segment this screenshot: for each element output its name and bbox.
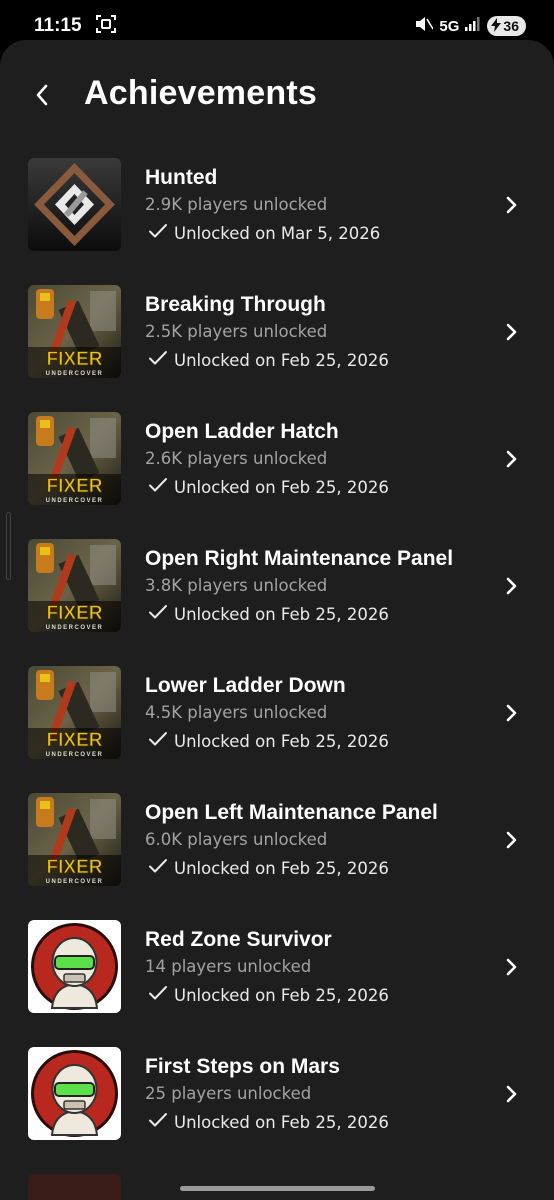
chevron-right-icon[interactable] bbox=[500, 956, 522, 978]
chevron-right-icon[interactable] bbox=[500, 448, 522, 470]
svg-text:UNDERCOVER: UNDERCOVER bbox=[46, 498, 104, 504]
checkmark-icon bbox=[148, 223, 168, 243]
achievement-row[interactable]: FIXER UNDERCOVER Open Right Maintenance Pa… bbox=[0, 539, 554, 666]
achievement-row[interactable]: FIXER UNDERCOVER Breaking Through 2.5K play… bbox=[0, 285, 554, 412]
svg-text:FIXER: FIXER bbox=[47, 476, 103, 497]
partial-achievement-thumbnail bbox=[28, 1174, 121, 1200]
checkmark-icon bbox=[148, 1112, 168, 1132]
chevron-right-icon[interactable] bbox=[500, 194, 522, 216]
svg-text:FIXER: FIXER bbox=[47, 603, 103, 624]
back-arrow-icon bbox=[36, 84, 48, 106]
unlock-date: Unlocked on Feb 25, 2026 bbox=[148, 731, 389, 751]
achievement-list: Hunted 2.9K players unlocked Unlocked on M… bbox=[0, 158, 554, 1174]
achievement-title: Red Zone Survivor bbox=[145, 928, 332, 951]
chevron-right-icon[interactable] bbox=[500, 575, 522, 597]
signal-icon bbox=[465, 16, 481, 36]
checkmark-icon bbox=[148, 350, 168, 370]
chevron-right-icon[interactable] bbox=[500, 829, 522, 851]
header: Achievements bbox=[0, 70, 554, 120]
unlock-date: Unlocked on Mar 5, 2026 bbox=[148, 223, 380, 243]
unlock-date-text: Unlocked on Feb 25, 2026 bbox=[174, 731, 389, 751]
unlock-date: Unlocked on Feb 25, 2026 bbox=[148, 1112, 389, 1132]
svg-text:FIXER: FIXER bbox=[47, 349, 103, 370]
players-unlocked: 14 players unlocked bbox=[145, 957, 312, 976]
svg-text:UNDERCOVER: UNDERCOVER bbox=[46, 879, 104, 885]
fixer-undercover-icon: FIXER UNDERCOVER bbox=[28, 412, 121, 505]
screen-record-icon bbox=[95, 15, 116, 37]
achievement-title: Breaking Through bbox=[145, 293, 326, 316]
robot-helmet-icon bbox=[28, 1047, 121, 1140]
achievement-row[interactable]: Red Zone Survivor 14 players unlocked Unlo… bbox=[0, 920, 554, 1047]
achievement-row[interactable]: FIXER UNDERCOVER Open Left Maintenance Pan… bbox=[0, 793, 554, 920]
achievements-sheet: Achievements Hunted 2.9K players unlocked… bbox=[0, 40, 554, 1200]
network-label: 5G bbox=[439, 17, 460, 35]
achievement-title: Hunted bbox=[145, 166, 218, 189]
checkmark-icon bbox=[148, 731, 168, 751]
svg-text:UNDERCOVER: UNDERCOVER bbox=[46, 625, 104, 631]
fixer-undercover-icon: FIXER UNDERCOVER bbox=[28, 666, 121, 759]
unlock-date: Unlocked on Feb 25, 2026 bbox=[148, 858, 389, 878]
achievement-title: Open Ladder Hatch bbox=[145, 420, 339, 443]
achievement-row[interactable]: First Steps on Mars 25 players unlocked Un… bbox=[0, 1047, 554, 1174]
unlock-date-text: Unlocked on Feb 25, 2026 bbox=[174, 604, 389, 624]
achievement-row[interactable]: FIXER UNDERCOVER Open Ladder Hatch 2.6K pla… bbox=[0, 412, 554, 539]
hunted-logo-icon bbox=[28, 158, 121, 251]
home-indicator[interactable] bbox=[180, 1186, 375, 1191]
unlock-date: Unlocked on Feb 25, 2026 bbox=[148, 477, 389, 497]
unlock-date: Unlocked on Feb 25, 2026 bbox=[148, 350, 389, 370]
achievement-title: Open Left Maintenance Panel bbox=[145, 801, 438, 824]
back-button[interactable] bbox=[28, 81, 56, 109]
achievement-row[interactable]: FIXER UNDERCOVER Lower Ladder Down 4.5K pla… bbox=[0, 666, 554, 793]
achievement-title: Lower Ladder Down bbox=[145, 674, 346, 697]
unlock-date-text: Unlocked on Feb 25, 2026 bbox=[174, 985, 389, 1005]
battery-indicator: 36 bbox=[487, 16, 526, 36]
players-unlocked: 4.5K players unlocked bbox=[145, 703, 328, 722]
unlock-date-text: Unlocked on Feb 25, 2026 bbox=[174, 1112, 389, 1132]
charging-bolt-icon bbox=[491, 17, 502, 35]
checkmark-icon bbox=[148, 985, 168, 1005]
achievement-row[interactable]: Hunted 2.9K players unlocked Unlocked on M… bbox=[0, 158, 554, 285]
players-unlocked: 25 players unlocked bbox=[145, 1084, 312, 1103]
page-title: Achievements bbox=[84, 74, 317, 112]
checkmark-icon bbox=[148, 477, 168, 497]
achievement-title: Open Right Maintenance Panel bbox=[145, 547, 454, 570]
players-unlocked: 2.5K players unlocked bbox=[145, 322, 328, 341]
unlock-date: Unlocked on Feb 25, 2026 bbox=[148, 985, 389, 1005]
achievement-title: First Steps on Mars bbox=[145, 1055, 340, 1078]
fixer-undercover-icon: FIXER UNDERCOVER bbox=[28, 793, 121, 886]
fixer-undercover-icon: FIXER UNDERCOVER bbox=[28, 539, 121, 632]
unlock-date-text: Unlocked on Feb 25, 2026 bbox=[174, 858, 389, 878]
chevron-right-icon[interactable] bbox=[500, 321, 522, 343]
scroll-indicator bbox=[6, 512, 11, 580]
chevron-right-icon[interactable] bbox=[500, 1083, 522, 1105]
fixer-undercover-icon: FIXER UNDERCOVER bbox=[28, 285, 121, 378]
svg-text:FIXER: FIXER bbox=[47, 857, 103, 878]
mute-icon bbox=[415, 16, 435, 37]
robot-helmet-icon bbox=[28, 920, 121, 1013]
players-unlocked: 3.8K players unlocked bbox=[145, 576, 328, 595]
unlock-date-text: Unlocked on Mar 5, 2026 bbox=[174, 223, 381, 243]
battery-level: 36 bbox=[503, 18, 519, 34]
svg-text:FIXER: FIXER bbox=[47, 730, 103, 751]
checkmark-icon bbox=[148, 604, 168, 624]
status-time: 11:15 bbox=[34, 15, 82, 36]
players-unlocked: 2.9K players unlocked bbox=[145, 195, 328, 214]
unlock-date-text: Unlocked on Feb 25, 2026 bbox=[174, 477, 389, 497]
players-unlocked: 6.0K players unlocked bbox=[145, 830, 328, 849]
svg-text:UNDERCOVER: UNDERCOVER bbox=[46, 752, 104, 758]
svg-text:UNDERCOVER: UNDERCOVER bbox=[46, 371, 104, 377]
unlock-date: Unlocked on Feb 25, 2026 bbox=[148, 604, 389, 624]
chevron-right-icon[interactable] bbox=[500, 702, 522, 724]
unlock-date-text: Unlocked on Feb 25, 2026 bbox=[174, 350, 389, 370]
checkmark-icon bbox=[148, 858, 168, 878]
players-unlocked: 2.6K players unlocked bbox=[145, 449, 328, 468]
